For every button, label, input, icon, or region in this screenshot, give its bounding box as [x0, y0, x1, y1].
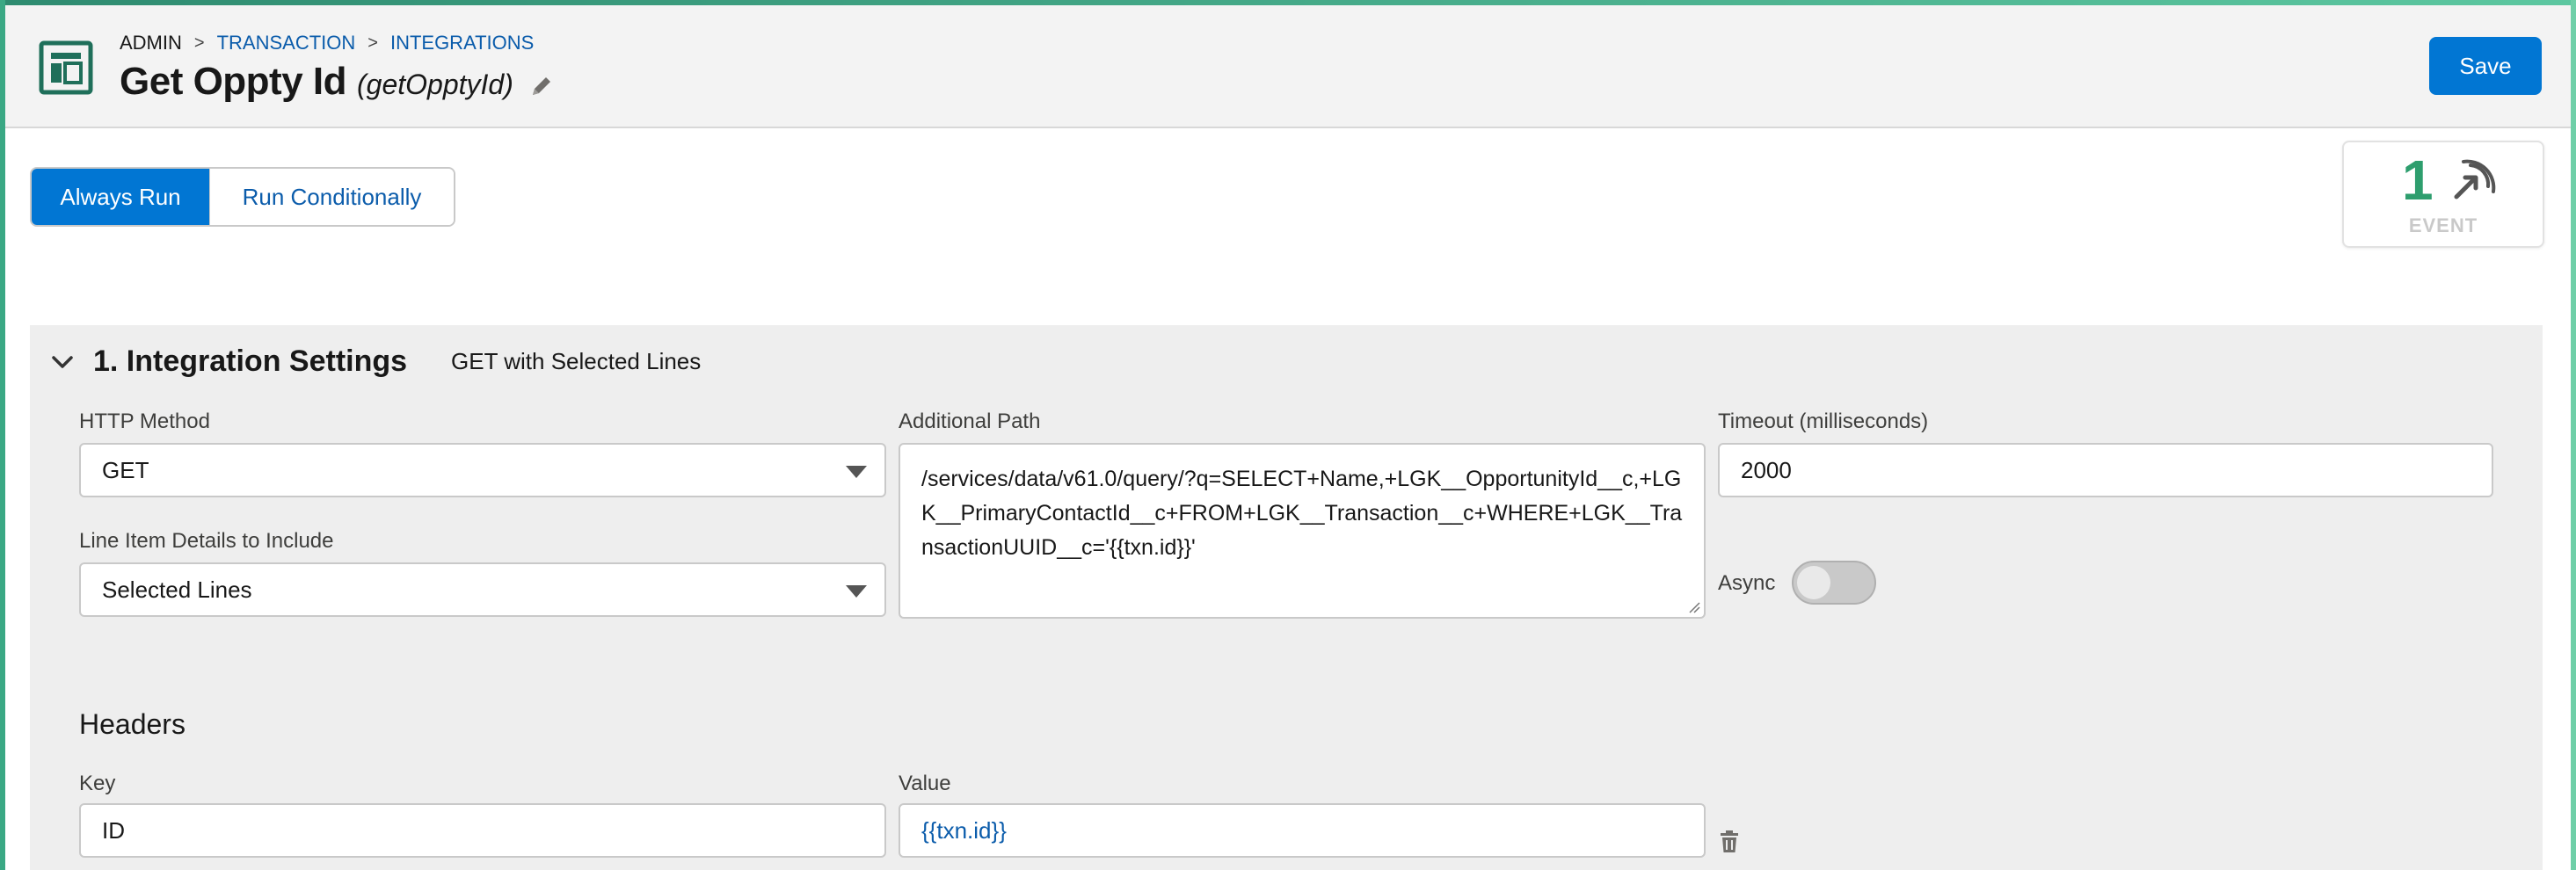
- line-items-value: Selected Lines: [102, 576, 252, 603]
- header-value-value: {{txn.id}}: [921, 816, 1007, 844]
- breadcrumb-transaction[interactable]: TRANSACTION: [217, 32, 356, 54]
- event-count-card[interactable]: 1 EVENT: [2342, 141, 2544, 248]
- breadcrumb-integrations[interactable]: INTEGRATIONS: [390, 32, 534, 54]
- page-title: Get Oppty Id: [120, 60, 347, 103]
- integration-settings-section: 1. Integration Settings GET with Selecte…: [30, 325, 2543, 870]
- additional-path-value: /services/data/v61.0/query/?q=SELECT+Nam…: [921, 467, 1683, 560]
- page-api-name: (getOpptyId): [357, 69, 513, 100]
- http-method-value: GET: [102, 456, 149, 483]
- section-description: GET with Selected Lines: [451, 348, 702, 374]
- timeout-label: Timeout (milliseconds): [1718, 410, 1929, 433]
- app-layout-icon: [39, 40, 93, 95]
- trash-icon[interactable]: [1718, 830, 1741, 854]
- save-button[interactable]: Save: [2429, 37, 2542, 95]
- line-items-label: Line Item Details to Include: [79, 529, 334, 553]
- title-row: Get Oppty Id (getOpptyId): [120, 60, 554, 104]
- page-header: ADMIN > TRANSACTION > INTEGRATIONS Get O…: [5, 5, 2571, 128]
- async-label: Async: [1718, 571, 1776, 595]
- http-method-label: HTTP Method: [79, 410, 210, 433]
- header-value-label: Value: [899, 772, 951, 795]
- dropdown-arrow-icon: [846, 466, 867, 478]
- additional-path-textarea[interactable]: /services/data/v61.0/query/?q=SELECT+Nam…: [899, 443, 1706, 619]
- headers-title: Headers: [79, 708, 186, 740]
- breadcrumb-separator: >: [367, 33, 378, 53]
- always-run-button[interactable]: Always Run: [32, 169, 209, 225]
- toggle-knob: [1797, 566, 1830, 599]
- event-count: 1: [2402, 149, 2434, 212]
- header-value-input[interactable]: {{txn.id}}: [899, 803, 1706, 858]
- breadcrumb-separator: >: [193, 33, 205, 53]
- run-conditionally-button[interactable]: Run Conditionally: [209, 169, 454, 225]
- dropdown-arrow-icon: [846, 585, 867, 598]
- chevron-down-icon[interactable]: [49, 349, 76, 375]
- breadcrumb: ADMIN > TRANSACTION > INTEGRATIONS: [120, 32, 534, 54]
- header-key-value: ID: [102, 816, 125, 844]
- header-key-input[interactable]: ID: [79, 803, 886, 858]
- line-items-select[interactable]: Selected Lines: [79, 562, 886, 617]
- async-toggle[interactable]: [1792, 561, 1876, 605]
- breadcrumb-admin[interactable]: ADMIN: [120, 32, 182, 54]
- event-signal-icon: [2454, 159, 2496, 199]
- event-label: EVENT: [2408, 214, 2478, 236]
- section-title: 1. Integration Settings: [93, 344, 408, 378]
- run-mode-toggle: Always Run Run Conditionally: [30, 167, 455, 227]
- edit-pencil-icon[interactable]: [529, 74, 554, 98]
- timeout-input[interactable]: 2000: [1718, 443, 2493, 497]
- right-accent-border: [2571, 0, 2576, 870]
- section-header[interactable]: 1. Integration Settings GET with Selecte…: [49, 344, 701, 379]
- header-key-label: Key: [79, 772, 116, 795]
- left-accent-border: [0, 0, 5, 870]
- timeout-value: 2000: [1741, 456, 1792, 483]
- http-method-select[interactable]: GET: [79, 443, 886, 497]
- additional-path-label: Additional Path: [899, 410, 1041, 433]
- resize-handle-icon[interactable]: [1688, 601, 1700, 613]
